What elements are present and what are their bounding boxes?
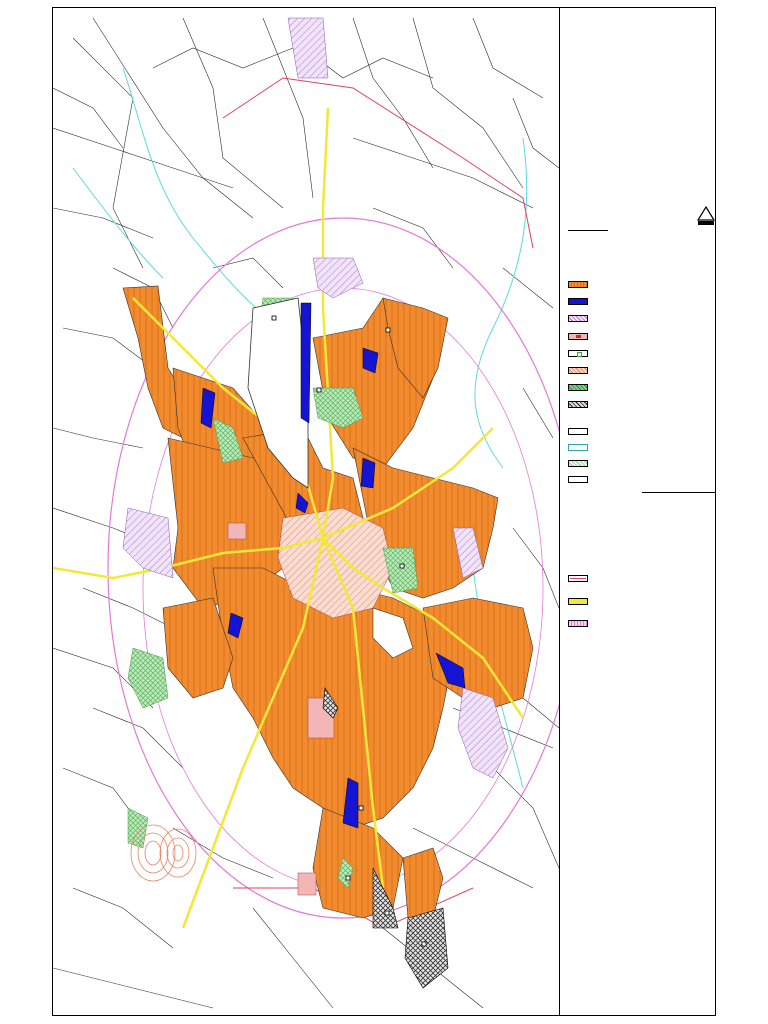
legend-swatch-district-boundary [568,575,588,582]
map-frame[interactable] [53,8,560,1015]
boundary-line-icon [570,578,586,579]
north-arrow-icon [697,206,715,225]
legend-swatch-commercial [568,367,588,374]
legend-section-rule [642,492,715,493]
legend-swatch-green [568,384,588,391]
legend-swatch-services [568,315,588,322]
historic-symbol-icon [576,335,581,338]
legend-swatch-main-road [568,598,588,605]
land-use-map[interactable] [53,8,559,1015]
legend-swatch-other [568,476,588,483]
legend-swatch-green-buffer [568,460,588,467]
legend-swatch-industrial [568,298,588,305]
map-sheet [52,7,716,1016]
legend-panel [560,8,715,1015]
facility-square-icon [577,352,582,357]
legend-swatch-residential [568,281,588,288]
legend-swatch-urban-limit [568,620,588,627]
legend-swatch-special [568,401,588,408]
legend-swatch-public-facility [568,350,588,357]
legend-swatch-historic [568,333,588,340]
legend-swatch-agricultural [568,428,588,435]
legend-heading-rule [568,230,608,231]
legend-swatch-water [568,444,588,451]
